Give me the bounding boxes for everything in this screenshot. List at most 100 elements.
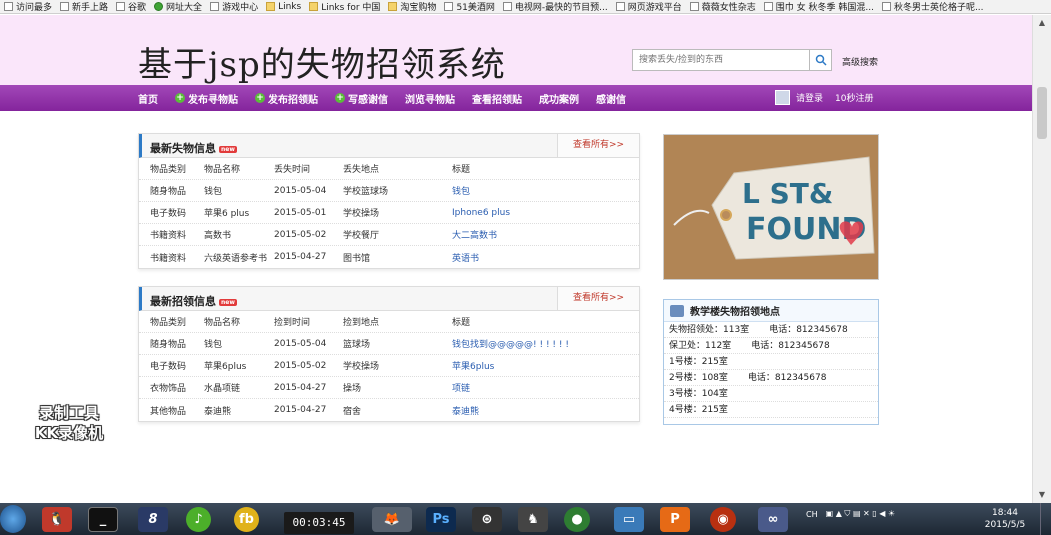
location-title: 教学楼失物招领地点 [690, 307, 780, 318]
location-phone: 电话：812345678 [769, 325, 848, 335]
bookmark-item[interactable]: 网页游戏平台 [612, 0, 686, 13]
title-link[interactable]: 英语书 [452, 251, 639, 264]
nav-item[interactable]: + 发布寻物贴 [175, 91, 238, 106]
login-link[interactable]: 请登录 [796, 91, 823, 104]
bookmark-item[interactable]: Links [262, 0, 305, 13]
lost-table: 物品类别 物品名称 丢失时间 丢失地点 标题 随身物品 钱包 2015-05-04 学校篮球场 钱… [139, 158, 639, 268]
column-header: 捡到时间 [274, 318, 311, 328]
qq-icon[interactable]: 🐧 [42, 507, 72, 532]
table-row: 随身物品 钱包 2015-05-04 学校篮球场 钱包 [139, 180, 639, 202]
clock[interactable]: 18:44 2015/5/5 [980, 507, 1030, 531]
app2-icon[interactable]: ♞ [518, 507, 548, 532]
bookmark-label: 谷歌 [128, 3, 147, 13]
advanced-search-link[interactable]: 高级搜索 [842, 55, 878, 68]
photoshop-icon[interactable]: Ps [426, 507, 456, 532]
nav-item-label: 成功案例 [539, 94, 579, 106]
nav-item-label: 浏览寻物贴 [405, 94, 455, 106]
title-link[interactable]: 苹果6plus [452, 359, 639, 372]
location-header: 教学楼失物招领地点 [664, 300, 878, 322]
view-all-lost-link[interactable]: 查看所有>> [557, 134, 639, 157]
clock-time: 18:44 [992, 508, 1018, 518]
bookmark-item[interactable]: 秋冬男士英伦格子呢... [878, 0, 988, 13]
location-place: 4号楼：215室 [669, 405, 728, 415]
nav-item[interactable]: + 发布招领贴 [255, 91, 318, 106]
bookmark-item[interactable]: 新手上路 [56, 0, 112, 13]
location-row: 1号楼：215室 [664, 354, 878, 370]
nav-item-label: 发布寻物贴 [188, 94, 238, 106]
page-icon [881, 2, 891, 11]
bookmark-item[interactable]: 51美酒网 [440, 0, 498, 13]
bookmark-item[interactable]: 围巾 女 秋冬季 韩国混... [760, 0, 878, 13]
search-button[interactable] [809, 50, 831, 70]
app-icon[interactable]: fb [234, 507, 259, 532]
table-cell: 电子数码 [150, 209, 187, 219]
bookmark-item[interactable]: 访问最多 [0, 0, 56, 13]
column-header: 标题 [452, 318, 471, 328]
panel-header: 最新招领信息 new 查看所有>> [139, 287, 639, 311]
page-icon [615, 2, 625, 11]
tray-icons[interactable]: ▣ ▲ ⛉ ▤ ✕ ▯ ◀ ☀ [826, 509, 896, 519]
title-link[interactable]: Iphone6 plus [452, 208, 639, 218]
title-link[interactable]: 钱包找到@@@@@! ! ! ! ! ! [452, 337, 639, 350]
ball-icon[interactable]: ● [564, 507, 590, 532]
title-link[interactable]: 项链 [452, 381, 639, 394]
show-desktop-button[interactable] [1040, 503, 1051, 535]
view-all-found-link[interactable]: 查看所有>> [557, 287, 639, 310]
firefox-icon[interactable]: 🦊 [372, 507, 412, 532]
media-icon[interactable]: ♪ [186, 507, 211, 532]
user-area: 请登录 10秒注册 [775, 90, 885, 105]
column-header: 物品名称 [204, 318, 241, 328]
table-cell: 学校篮球场 [343, 187, 389, 197]
bookmark-item[interactable]: 网址大全 [150, 0, 206, 13]
scroll-thumb[interactable] [1037, 87, 1047, 139]
bookmark-item[interactable]: 游戏中心 [206, 0, 262, 13]
eclipse2-icon[interactable]: ∞ [758, 507, 788, 532]
table-cell: 2015-05-04 [274, 185, 327, 196]
table-cell: 水晶项链 [204, 384, 241, 394]
register-link[interactable]: 10秒注册 [835, 91, 873, 104]
bookmark-label: 网址大全 [166, 3, 203, 13]
bookmark-item[interactable]: 薇薇女性杂志 [686, 0, 760, 13]
nav-item[interactable]: 感谢信 [596, 91, 626, 106]
table-cell: 泰迪熊 [204, 406, 232, 417]
bookmark-item[interactable]: Links for 中国 [305, 0, 384, 13]
nav-item[interactable]: 查看招领贴 [472, 91, 522, 106]
table-row: 衣物饰品 水晶项链 2015-04-27 操场 项链 [139, 377, 639, 399]
lost-and-found-banner: L ST& FOUND [663, 134, 879, 280]
column-header: 丢失地点 [343, 165, 380, 175]
column-header: 物品类别 [150, 165, 187, 175]
p-app-icon[interactable]: P [660, 507, 690, 532]
film-icon[interactable]: ⊛ [472, 507, 502, 532]
scroll-up-icon[interactable]: ▲ [1036, 17, 1048, 29]
title-link[interactable]: 钱包 [452, 184, 639, 197]
folder-icon [266, 2, 276, 11]
scroll-down-icon[interactable]: ▼ [1036, 489, 1048, 501]
location-place: 失物招领处：113室 [669, 325, 750, 335]
recorder-icon[interactable]: ◉ [710, 507, 736, 532]
bookmark-item[interactable]: 电视网-最快的节目预... [499, 0, 612, 13]
found-panel-title: 最新招领信息 [150, 295, 216, 308]
nav-item-label: 感谢信 [596, 94, 626, 106]
bookmark-item[interactable]: 谷歌 [112, 0, 150, 13]
title-link[interactable]: 泰迪熊 [452, 404, 639, 417]
bookmark-item[interactable]: 淘宝购物 [384, 0, 440, 13]
nav-item[interactable]: + 写感谢信 [335, 91, 388, 106]
nav-item[interactable]: 成功案例 [539, 91, 579, 106]
terminal-icon[interactable]: _ [88, 507, 118, 532]
title-link[interactable]: 大二高数书 [452, 228, 639, 241]
taskbar: 🐧 _ 8 ♪ fb 🦊 Ps ⊛ ♞ ● ▭ P ◉ ∞ CH ▣ ▲ ⛉ ▤… [0, 503, 1051, 535]
nav-item-label: 写感谢信 [348, 94, 388, 106]
avatar [775, 90, 790, 105]
start-button[interactable] [0, 505, 26, 533]
folder-app-icon[interactable]: ▭ [614, 507, 644, 532]
eclipse-icon[interactable]: 8 [138, 507, 168, 532]
vertical-scrollbar[interactable]: ▲ ▼ [1032, 15, 1051, 503]
nav-item[interactable]: 首页 [138, 91, 158, 106]
bookmark-label: 薇薇女性杂志 [701, 3, 756, 13]
search-input[interactable] [633, 50, 809, 70]
table-cell: 衣物饰品 [150, 384, 187, 394]
language-indicator[interactable]: CH [806, 510, 818, 519]
location-row: 保卫处：112室 电话：812345678 [664, 338, 878, 354]
new-badge: new [219, 145, 237, 153]
nav-item[interactable]: 浏览寻物贴 [405, 91, 455, 106]
